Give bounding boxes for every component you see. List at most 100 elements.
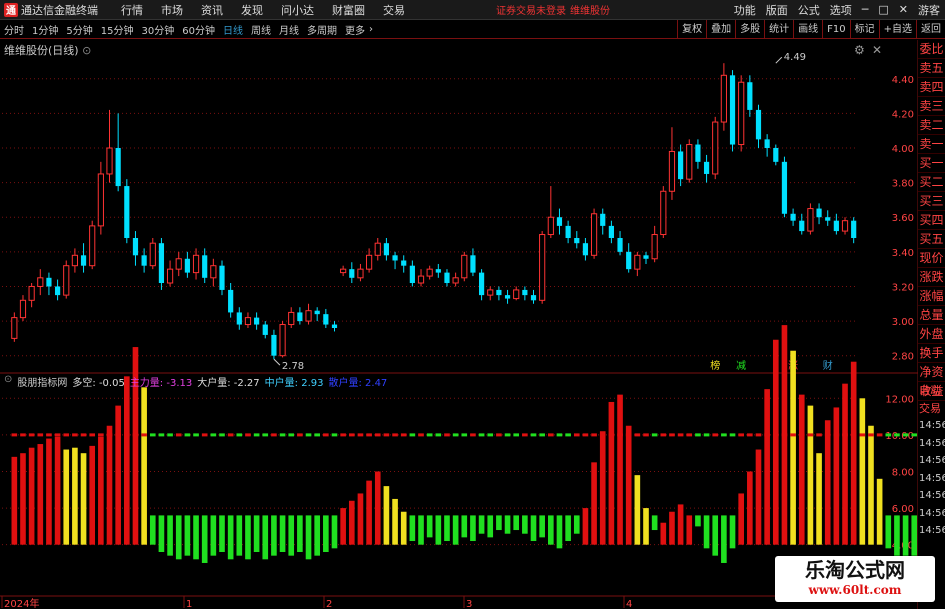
indicator-bar xyxy=(115,405,121,545)
menu-news[interactable]: 资讯 xyxy=(201,2,223,18)
trade-tab-4[interactable]: 14:56 xyxy=(918,452,945,470)
trade-tab-2[interactable]: 14:56 xyxy=(918,417,945,435)
menu-function[interactable]: 功能 xyxy=(734,2,756,18)
indicator-dash xyxy=(894,433,900,437)
indicator-dash xyxy=(470,433,476,437)
trade-tab-3[interactable]: 14:56 xyxy=(918,435,945,453)
indicator-dash xyxy=(219,433,225,437)
tool-mark[interactable]: 标记 xyxy=(849,19,879,39)
period-1min[interactable]: 1分钟 xyxy=(32,22,58,37)
indicator-dash xyxy=(193,433,199,437)
chart-settings-icon[interactable]: ⚙ xyxy=(854,43,865,57)
trade-side-tabs: 自动 交易 14:56 14:56 14:56 14:56 14:56 14:56 14:56 xyxy=(918,382,945,542)
maximize-icon[interactable]: □ xyxy=(878,3,888,16)
side-tab-4[interactable]: 卖二 xyxy=(918,116,945,135)
indicator-bar xyxy=(608,401,615,545)
indicator-dash xyxy=(340,433,346,437)
menu-discover[interactable]: 发现 xyxy=(241,2,263,18)
indicator-settings-icon[interactable]: ⊙ xyxy=(4,374,12,389)
menu-trade[interactable]: 交易 xyxy=(383,2,405,18)
tool-back[interactable]: 返回 xyxy=(916,19,945,39)
side-tab-15[interactable]: 外盘 xyxy=(918,325,945,344)
menu-wealth[interactable]: 财富圈 xyxy=(332,2,365,18)
candle-body-up xyxy=(487,289,494,296)
side-tab-2[interactable]: 卖四 xyxy=(918,78,945,97)
event-tag: 榜 xyxy=(710,359,720,372)
menu-layout[interactable]: 版面 xyxy=(766,2,788,18)
trade-tab-8[interactable]: 14:56 xyxy=(918,522,945,540)
tool-add-watchlist[interactable]: +自选 xyxy=(878,19,916,39)
period-monthly[interactable]: 月线 xyxy=(279,22,299,37)
period-timeshare[interactable]: 分时 xyxy=(4,22,24,37)
period-30min[interactable]: 30分钟 xyxy=(141,22,174,37)
indicator-bar xyxy=(37,444,44,545)
menu-market[interactable]: 行情 xyxy=(121,2,143,18)
side-tab-10[interactable]: 买五 xyxy=(918,230,945,249)
period-daily[interactable]: 日线 xyxy=(223,22,243,37)
candle-body-down xyxy=(54,286,61,296)
tool-adjust[interactable]: 复权 xyxy=(677,19,706,39)
login-notice[interactable]: 证券交易未登录 xyxy=(496,2,566,17)
indicator-bar xyxy=(245,515,251,560)
indicator-dash xyxy=(11,433,18,437)
minimize-icon[interactable]: ─ xyxy=(862,3,869,16)
tool-f10[interactable]: F10 xyxy=(822,19,849,39)
trade-tab-7[interactable]: 14:56 xyxy=(918,505,945,523)
trade-tab-6[interactable]: 14:56 xyxy=(918,487,945,505)
indicator-dash xyxy=(556,433,563,437)
indicator-dahu: 大户量: -2.27 xyxy=(197,378,260,389)
period-multi[interactable]: 多周期 xyxy=(307,22,337,37)
side-tab-8[interactable]: 买三 xyxy=(918,192,945,211)
period-60min[interactable]: 60分钟 xyxy=(182,22,215,37)
candle-body-down xyxy=(478,272,485,296)
indicator-dash xyxy=(305,433,312,437)
side-tab-12[interactable]: 涨跌 xyxy=(918,268,945,287)
menu-formula[interactable]: 公式 xyxy=(798,2,820,18)
candle-body-down xyxy=(271,334,277,356)
guest-user[interactable]: 游客 xyxy=(918,2,940,18)
indicator-dash xyxy=(158,433,165,437)
indicator-bar xyxy=(435,515,442,545)
side-tab-13[interactable]: 涨幅 xyxy=(918,287,945,306)
tool-overlay[interactable]: 叠加 xyxy=(706,19,735,39)
trade-tab-1[interactable]: 交易 xyxy=(918,400,945,418)
chart-close-icon[interactable]: ✕ xyxy=(872,43,882,57)
menu-options[interactable]: 选项 xyxy=(830,2,852,18)
candle-body-up xyxy=(192,254,200,274)
side-tab-1[interactable]: 卖五 xyxy=(918,59,945,78)
indicator-bar xyxy=(504,515,511,534)
side-tab-5[interactable]: 卖一 xyxy=(918,135,945,154)
menu-assistant[interactable]: 问小达 xyxy=(281,2,314,18)
indicator-name[interactable]: 股朋指标网 xyxy=(17,374,67,389)
side-tab-3[interactable]: 卖三 xyxy=(918,97,945,116)
trade-tab-0[interactable]: 自动 xyxy=(918,382,945,400)
period-more[interactable]: 更多 xyxy=(345,22,365,37)
tool-stats[interactable]: 统计 xyxy=(764,19,793,39)
period-weekly[interactable]: 周线 xyxy=(251,22,271,37)
side-tab-11[interactable]: 现价 xyxy=(918,249,945,268)
kline-chart[interactable]: 4.40 4.20 4.00 3.80 3.60 3.40 3.20 3.00 2.80 12.0… xyxy=(0,40,918,609)
chevron-down-icon[interactable]: ⊙ xyxy=(82,44,91,57)
candle-body-up xyxy=(279,324,286,357)
indicator-bar xyxy=(530,515,537,542)
period-15min[interactable]: 15分钟 xyxy=(101,22,134,37)
side-tab-14[interactable]: 总量 xyxy=(918,306,945,325)
indicator-dash xyxy=(392,433,398,437)
side-tab-17[interactable]: 净资 xyxy=(918,363,945,382)
tool-draw[interactable]: 画线 xyxy=(793,19,822,39)
candle-body-up xyxy=(175,258,182,270)
side-tab-0[interactable]: 委比 xyxy=(918,40,945,59)
trade-tab-5[interactable]: 14:56 xyxy=(918,470,945,488)
candle-body-down xyxy=(530,295,537,301)
tool-multistock[interactable]: 多股 xyxy=(735,19,764,39)
period-5min[interactable]: 5分钟 xyxy=(66,22,92,37)
menu-exchange[interactable]: 市场 xyxy=(161,2,183,18)
candle-body-down xyxy=(764,139,770,148)
candle-body-up xyxy=(651,234,658,260)
side-tab-16[interactable]: 换手 xyxy=(918,344,945,363)
chevron-right-icon[interactable]: › xyxy=(369,24,373,35)
side-tab-7[interactable]: 买二 xyxy=(918,173,945,192)
side-tab-9[interactable]: 买四 xyxy=(918,211,945,230)
side-tab-6[interactable]: 买一 xyxy=(918,154,945,173)
close-icon[interactable]: ✕ xyxy=(899,3,908,16)
